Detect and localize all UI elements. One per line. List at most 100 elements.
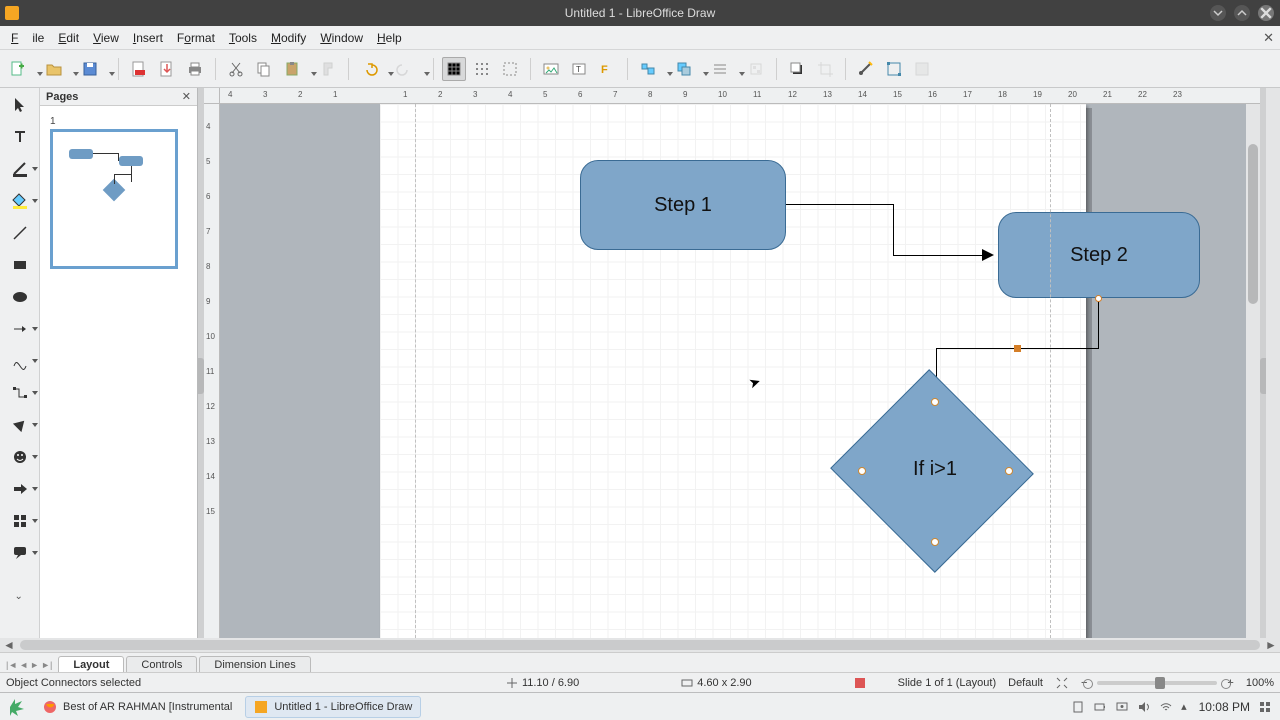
selection-handle[interactable] (1095, 295, 1102, 302)
undo-button[interactable] (357, 57, 389, 81)
copy-button[interactable] (252, 57, 276, 81)
grid-toggle-button[interactable] (442, 57, 466, 81)
connector-tool[interactable] (8, 384, 32, 402)
selection-handle[interactable] (1005, 467, 1013, 475)
kde-start-icon[interactable] (6, 696, 28, 718)
menu-view[interactable]: View (86, 29, 126, 47)
menu-format[interactable]: Format (170, 29, 222, 47)
tray-expand-icon[interactable]: ▴ (1181, 700, 1187, 713)
redo-button[interactable] (393, 57, 425, 81)
flowchart-shapes-tool[interactable] (8, 512, 32, 530)
basic-shapes-tool[interactable] (8, 416, 32, 434)
tab-controls[interactable]: Controls (126, 656, 197, 672)
taskbar-item-label: Best of AR RAHMAN [Instrumental (63, 701, 232, 713)
guides-button[interactable] (498, 57, 522, 81)
menu-modify[interactable]: Modify (264, 29, 313, 47)
close-document-button[interactable]: ✕ (1263, 30, 1274, 46)
clone-format-button[interactable] (316, 57, 340, 81)
selection-handle[interactable] (931, 398, 939, 406)
insert-textbox-button[interactable]: T (567, 57, 591, 81)
wifi-tray-icon[interactable] (1159, 700, 1173, 714)
tab-dimension-lines[interactable]: Dimension Lines (199, 656, 310, 672)
selection-handle[interactable] (1014, 345, 1021, 352)
align-objects-button[interactable] (636, 57, 668, 81)
ruler-horizontal[interactable]: 4321123456789101112131415161718192021222… (220, 88, 1260, 104)
drawing-page[interactable]: Step 1 Step 2 If i>1 (380, 104, 1086, 638)
page-thumbnail[interactable] (50, 129, 178, 269)
menu-insert[interactable]: Insert (126, 29, 170, 47)
curve-tool[interactable] (8, 352, 32, 370)
export-direct-button[interactable] (155, 57, 179, 81)
edit-points-button[interactable] (882, 57, 906, 81)
menu-window[interactable]: Window (313, 29, 370, 47)
more-tools[interactable] (8, 576, 32, 594)
tab-layout[interactable]: Layout (58, 656, 124, 672)
connector-1[interactable] (786, 204, 894, 205)
new-document-button[interactable] (6, 57, 38, 81)
paste-button[interactable] (280, 57, 312, 81)
block-arrows-tool[interactable] (8, 480, 32, 498)
distribute-button[interactable] (708, 57, 740, 81)
ellipse-tool[interactable] (8, 288, 32, 306)
selection-handle[interactable] (858, 467, 866, 475)
print-button[interactable] (183, 57, 207, 81)
fill-color-tool[interactable] (8, 192, 32, 210)
pages-panel-close-icon[interactable]: ✕ (182, 90, 191, 103)
tab-nav-buttons[interactable]: |◄◄►►| (2, 660, 58, 672)
callout-shapes-tool[interactable] (8, 544, 32, 562)
rectangle-tool[interactable] (8, 256, 32, 274)
window-minimize-button[interactable] (1210, 5, 1226, 21)
glue-points-button[interactable] (910, 57, 934, 81)
menu-help[interactable]: Help (370, 29, 409, 47)
pointer-tool[interactable] (8, 96, 32, 114)
open-button[interactable] (42, 57, 74, 81)
taskbar-item-firefox[interactable]: Best of AR RAHMAN [Instrumental (34, 696, 241, 718)
battery-tray-icon[interactable] (1093, 700, 1107, 714)
shadow-button[interactable] (785, 57, 809, 81)
fit-page-button[interactable] (1055, 676, 1069, 690)
save-button[interactable] (78, 57, 110, 81)
save-status-icon (854, 677, 866, 689)
window-maximize-button[interactable] (1234, 5, 1250, 21)
symbol-shapes-tool[interactable] (8, 448, 32, 466)
filter-button[interactable] (854, 57, 878, 81)
crop-button[interactable] (813, 57, 837, 81)
fontwork-button[interactable]: F (595, 57, 619, 81)
arrow-tool[interactable] (8, 320, 32, 338)
volume-tray-icon[interactable] (1137, 700, 1151, 714)
export-pdf-button[interactable] (127, 57, 151, 81)
selection-handle[interactable] (931, 538, 939, 546)
connector-1-seg[interactable] (893, 255, 985, 256)
insert-image-button[interactable] (539, 57, 563, 81)
snap-grid-button[interactable] (470, 57, 494, 81)
shape-step2[interactable]: Step 2 (998, 212, 1200, 298)
line-color-tool[interactable] (8, 160, 32, 178)
horizontal-scrollbar[interactable]: ◄► (0, 638, 1280, 652)
taskbar-item-draw[interactable]: Untitled 1 - LibreOffice Draw (245, 696, 421, 718)
brightness-tray-icon[interactable] (1115, 700, 1129, 714)
text-tool[interactable] (8, 128, 32, 146)
menu-edit[interactable]: Edit (51, 29, 86, 47)
canvas-viewport[interactable]: Step 1 Step 2 If i>1 (220, 104, 1246, 638)
vertical-scrollbar[interactable] (1246, 104, 1260, 638)
taskbar-clock[interactable]: 10:08 PM (1199, 700, 1250, 714)
right-splitter[interactable] (1260, 88, 1266, 638)
line-tool[interactable] (8, 224, 32, 242)
right-sidebar-scroll[interactable] (1266, 88, 1280, 638)
crosshair-icon (506, 677, 518, 689)
zoom-slider[interactable] (1097, 681, 1217, 685)
connector-1-seg[interactable] (893, 204, 894, 256)
zoom-value[interactable]: 100% (1246, 677, 1274, 689)
clipboard-tray-icon[interactable] (1071, 700, 1085, 714)
ruler-vertical[interactable]: 456789101112131415 (204, 104, 220, 638)
shape-step1[interactable]: Step 1 (580, 160, 786, 250)
window-title: Untitled 1 - LibreOffice Draw (0, 6, 1280, 20)
show-desktop-icon[interactable] (1258, 700, 1272, 714)
cut-button[interactable] (224, 57, 248, 81)
arrange-button[interactable] (672, 57, 704, 81)
window-close-button[interactable] (1258, 5, 1274, 21)
connector-2[interactable] (1098, 298, 1099, 348)
menu-file[interactable]: File (4, 29, 51, 47)
menu-tools[interactable]: Tools (222, 29, 264, 47)
group-button[interactable] (744, 57, 768, 81)
